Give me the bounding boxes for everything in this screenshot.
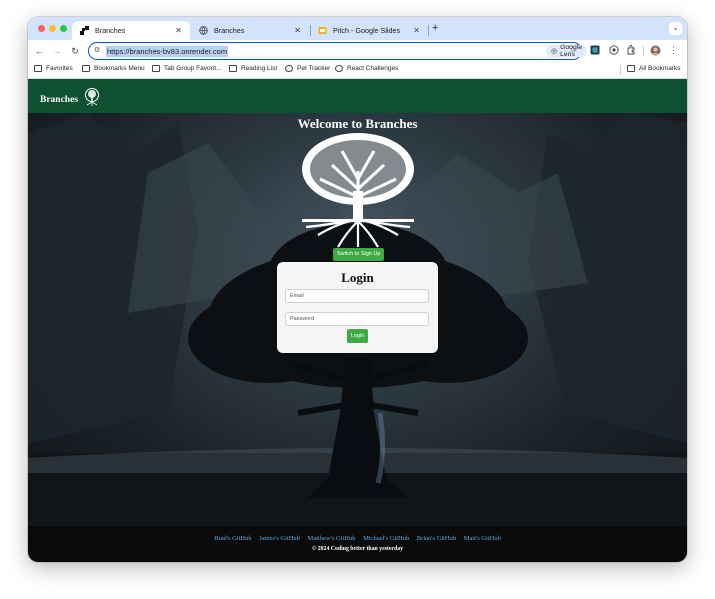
tab-title: Pitch - Google Slides [333,26,401,35]
globe-icon [285,65,293,72]
switch-to-signup-button[interactable]: Switch to Sign Up [333,248,385,261]
bookmark-tab-group-favorites[interactable]: Tab Group Favorit... [152,65,221,72]
extension-icon[interactable] [589,45,600,56]
web-page: Branches Welcome to Branches Switch to S… [28,79,687,562]
bookmark-label: React Challenges [347,65,399,72]
minimize-window-button[interactable] [49,25,56,32]
tab-separator [428,25,429,36]
close-window-button[interactable] [38,25,45,32]
login-title: Login [341,270,374,285]
brand-tree-logo-icon [85,88,99,106]
email-field[interactable]: Email [285,289,429,303]
footer-link-james-github[interactable]: James's GitHub [259,535,300,542]
email-placeholder: Email [290,293,304,299]
password-placeholder: Password [290,316,315,322]
close-tab-icon[interactable]: ✕ [175,26,182,35]
bookmark-label: Favorites [46,65,73,72]
tab-search-chevron-icon[interactable]: ⌄ [669,22,682,35]
browser-toolbar: ← → ↻ ⚙ https://branches-bv83.onrender.c… [28,40,687,62]
forward-arrow-icon[interactable]: → [50,44,64,58]
login-card: Login Email Password Login [277,262,438,353]
folder-icon [82,65,90,72]
extensions-puzzle-icon[interactable] [625,45,636,56]
brand-name[interactable]: Branches [40,95,78,105]
browser-window: Branches ✕ Branches ✕ Pitch - Google Sli… [28,17,687,562]
folder-icon [627,65,635,72]
folder-icon [34,65,42,72]
tab-branches[interactable]: Branches ✕ [191,21,309,40]
back-arrow-icon[interactable]: ← [32,44,46,58]
globe-icon [199,26,208,35]
globe-icon [335,65,343,72]
footer-link-matt-github[interactable]: Matt's GitHub [464,535,501,542]
footer-link-brian-github[interactable]: Brian's GitHub [417,535,456,542]
tree-of-life-logo-icon [302,133,414,248]
tab-title: Branches [214,26,245,35]
bookmark-pet-tracker[interactable]: Pet Tracker [285,65,330,72]
close-tab-icon[interactable]: ✕ [294,26,301,35]
zoom-window-button[interactable] [60,25,67,32]
tab-strip: Branches ✕ Branches ✕ Pitch - Google Sli… [28,17,687,40]
url-text[interactable]: https://branches-bv83.onrender.com [106,46,229,57]
bookmark-label: Pet Tracker [297,65,331,72]
address-bar[interactable]: ⚙ https://branches-bv83.onrender.com ◎ G… [88,42,588,60]
bookmarks-bar: Favorites Bookmarks Menu Tab Group Favor… [28,62,687,79]
reload-icon[interactable]: ↻ [68,44,82,58]
bookmark-label: Tab Group Favorit... [164,65,222,72]
tab-branches-active[interactable]: Branches ✕ [72,21,190,40]
bookmark-label: Bookmarks Menu [94,65,145,72]
footer-links: Brad's GitHub James's GitHub Matthew's G… [28,535,687,542]
lens-icon: ◎ [551,48,558,55]
bookmarks-divider [620,65,621,75]
google-slides-icon [318,26,327,35]
profile-avatar-icon[interactable] [650,45,661,56]
tab-title: Branches [95,26,126,35]
password-field[interactable]: Password [285,312,429,326]
kebab-menu-icon[interactable]: ⋮ [668,45,679,56]
folder-icon [152,65,160,72]
footer-link-michael-github[interactable]: Michael's GitHub [363,535,409,542]
bookmark-label: Reading List [241,65,278,72]
hero-background: Welcome to Branches Switch to Sign Up Lo… [28,113,687,526]
branches-favicon-icon [80,26,89,35]
bookmark-star-icon[interactable]: ☆ [569,45,576,54]
bookmark-react-challenges[interactable]: React Challenges [335,65,398,72]
all-bookmarks-button[interactable]: All Bookmarks [627,65,681,72]
google-lens-button[interactable]: ◎ Google Lens [546,44,588,58]
folder-icon [229,65,237,72]
login-button[interactable]: Login [347,329,368,343]
site-info-icon[interactable]: ⚙ [94,46,100,54]
bookmark-favorites[interactable]: Favorites [34,65,73,72]
welcome-heading: Welcome to Branches [297,116,418,131]
site-navbar: Branches [28,79,687,113]
footer-link-matthew-github[interactable]: Matthew's GitHub [308,535,356,542]
site-footer: Brad's GitHub James's GitHub Matthew's G… [28,526,687,562]
new-tab-button[interactable]: + [432,22,438,34]
tab-pitch-google-slides[interactable]: Pitch - Google Slides ✕ [310,21,428,40]
close-tab-icon[interactable]: ✕ [413,26,420,35]
footer-link-brad-github[interactable]: Brad's GitHub [214,535,251,542]
bookmark-bookmarks-menu[interactable]: Bookmarks Menu [82,65,145,72]
footer-copyright: © 2024 Coding better than yesterday [311,546,403,552]
all-bookmarks-label: All Bookmarks [639,65,681,72]
toolbar-divider [643,46,644,56]
account-circle-icon[interactable] [608,45,619,56]
bookmark-reading-list[interactable]: Reading List [229,65,277,72]
